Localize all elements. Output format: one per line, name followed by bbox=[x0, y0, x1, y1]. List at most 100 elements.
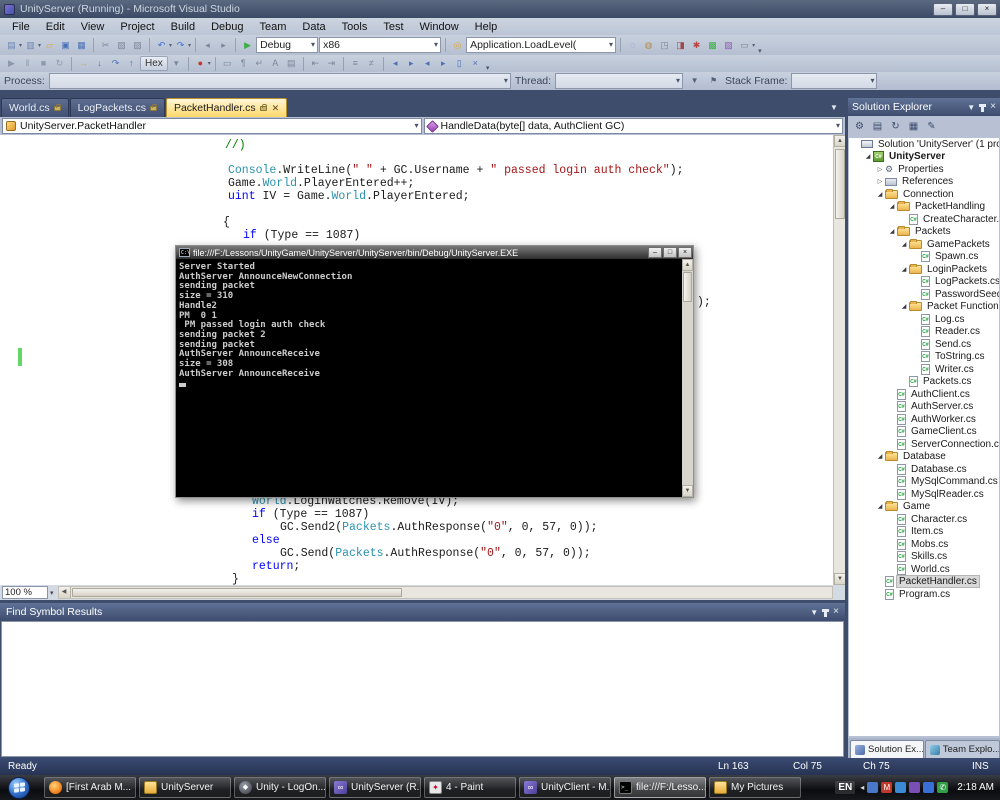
breakpoints-window-icon[interactable]: ◨ bbox=[673, 38, 688, 53]
expander-icon[interactable]: ◢ bbox=[887, 228, 897, 235]
taskbar-button-unityserver[interactable]: UnityServer bbox=[139, 777, 231, 798]
find-in-files-icon[interactable]: ◎ bbox=[450, 38, 465, 53]
display-whitespace-icon[interactable]: ¶ bbox=[236, 56, 251, 71]
tree-item-writer-cs[interactable]: C#Writer.cs bbox=[849, 363, 999, 376]
toolbox-icon-dropdown[interactable]: ▾ bbox=[752, 42, 755, 49]
console-scrollbar[interactable]: ▲ ▼ bbox=[682, 259, 693, 497]
scroll-left-icon[interactable]: ◀ bbox=[59, 587, 71, 598]
undo-icon[interactable]: ↶ bbox=[154, 38, 169, 53]
close-panel-icon[interactable]: × bbox=[833, 607, 839, 617]
previous-bookmark-folder-icon[interactable]: ◂ bbox=[420, 56, 435, 71]
menu-debug[interactable]: Debug bbox=[203, 20, 251, 34]
find-symbol-results-header[interactable]: Find Symbol Results ▼ × bbox=[0, 603, 845, 621]
tab-logpackets-cs[interactable]: LogPackets.cs bbox=[70, 98, 165, 117]
thread-filter-icon[interactable]: ▼ bbox=[687, 74, 702, 89]
next-bookmark-folder-icon[interactable]: ▸ bbox=[436, 56, 451, 71]
tree-item-packethandler-cs[interactable]: C#PacketHandler.cs bbox=[849, 576, 999, 589]
solution-explorer-icon[interactable]: ▩ bbox=[705, 38, 720, 53]
word-wrap-icon[interactable]: ↵ bbox=[252, 56, 267, 71]
tree-item-properties[interactable]: ▷⚙Properties bbox=[849, 163, 999, 176]
new-item-icon-dropdown[interactable]: ▾ bbox=[19, 42, 22, 49]
menu-team[interactable]: Team bbox=[252, 20, 295, 34]
taskbar-button-unity-logon[interactable]: ◆Unity - LogOn.... bbox=[234, 777, 326, 798]
view-class-diagram-icon[interactable]: ▦ bbox=[906, 119, 921, 134]
tree-item-gamepackets[interactable]: ◢GamePackets bbox=[849, 238, 999, 251]
menu-window[interactable]: Window bbox=[412, 20, 467, 34]
add-item-icon[interactable]: ▥ bbox=[23, 38, 38, 53]
network-icon[interactable] bbox=[867, 782, 878, 793]
taskbar-button-unityclient-m[interactable]: ∞UnityClient - M... bbox=[519, 777, 611, 798]
expander-icon[interactable]: ◢ bbox=[899, 266, 909, 273]
tree-item-program-cs[interactable]: C#Program.cs bbox=[849, 588, 999, 601]
tree-item-references[interactable]: ▷References bbox=[849, 176, 999, 189]
clock[interactable]: 2:18 AM bbox=[957, 782, 994, 793]
break-all-icon[interactable]: ‖ bbox=[20, 56, 35, 71]
tree-item-mysqlreader-cs[interactable]: C#MySqlReader.cs bbox=[849, 488, 999, 501]
step-over-icon[interactable]: ↷ bbox=[108, 56, 123, 71]
start-debugging-icon[interactable]: ▶ bbox=[240, 38, 255, 53]
tree-item-passwordseed-cs[interactable]: C#PasswordSeed.cs bbox=[849, 288, 999, 301]
expander-icon[interactable]: ◢ bbox=[875, 503, 885, 510]
solution-explorer-header[interactable]: Solution Explorer ▼ × bbox=[848, 98, 1000, 116]
toolbar-overflow-icon[interactable]: ▾ bbox=[486, 64, 490, 72]
restart-icon[interactable]: ↻ bbox=[52, 56, 67, 71]
menu-data[interactable]: Data bbox=[294, 20, 333, 34]
zoom-dropdown-icon[interactable]: ▾ bbox=[50, 589, 54, 597]
types-dropdown[interactable]: UnityServer.PacketHandler bbox=[2, 118, 422, 134]
menu-edit[interactable]: Edit bbox=[38, 20, 73, 34]
expander-icon[interactable]: ◢ bbox=[899, 303, 909, 310]
taskbar-button-file-f-lesso[interactable]: >_file:///F:/Lesso... bbox=[614, 777, 706, 798]
breakpoint-icon[interactable]: ● bbox=[193, 56, 208, 71]
outlook-icon[interactable] bbox=[923, 782, 934, 793]
undo-icon-dropdown[interactable]: ▾ bbox=[169, 42, 172, 49]
new-item-icon[interactable]: ▤ bbox=[4, 38, 19, 53]
properties-window-icon[interactable]: ▨ bbox=[721, 38, 736, 53]
hex-button[interactable]: Hex bbox=[140, 56, 168, 71]
maximize-button[interactable]: □ bbox=[955, 3, 975, 16]
expander-icon[interactable]: ◢ bbox=[887, 203, 897, 210]
hex-dropdown-icon[interactable]: ▾ bbox=[169, 56, 184, 71]
console-window[interactable]: C:\ file:///F:/Lessons/UnityGame/UnitySe… bbox=[175, 245, 694, 498]
chevron-left-icon[interactable]: ◂ bbox=[860, 783, 864, 792]
scroll-down-icon[interactable]: ▼ bbox=[682, 485, 693, 497]
expander-icon[interactable]: ◢ bbox=[875, 191, 885, 198]
select-box-icon[interactable]: ▭ bbox=[220, 56, 235, 71]
console-minimize-button[interactable]: – bbox=[648, 247, 662, 258]
editor-zoom-combo[interactable]: 100 % bbox=[2, 586, 48, 599]
members-dropdown[interactable]: HandleData(byte[] data, AuthClient GC) bbox=[424, 118, 844, 134]
pin-icon[interactable] bbox=[981, 104, 984, 112]
tree-item-packets[interactable]: ◢Packets bbox=[849, 226, 999, 239]
console-maximize-button[interactable]: □ bbox=[663, 247, 677, 258]
find-combo[interactable]: Application.LoadLevel( bbox=[466, 37, 616, 53]
close-button[interactable]: × bbox=[977, 3, 997, 16]
process-combo[interactable] bbox=[49, 73, 511, 89]
scroll-up-icon[interactable]: ▲ bbox=[682, 259, 693, 271]
previous-bookmark-icon[interactable]: ◂ bbox=[388, 56, 403, 71]
tree-item-item-cs[interactable]: C#Item.cs bbox=[849, 526, 999, 539]
expander-icon[interactable]: ◢ bbox=[863, 153, 873, 160]
tree-item-game[interactable]: ◢Game bbox=[849, 501, 999, 514]
find-symbol-results-body[interactable] bbox=[1, 621, 844, 757]
tree-item-packets-cs[interactable]: C#Packets.cs bbox=[849, 376, 999, 389]
menu-project[interactable]: Project bbox=[112, 20, 162, 34]
expander-icon[interactable]: ▷ bbox=[875, 166, 885, 173]
stop-debugging-icon[interactable]: ■ bbox=[36, 56, 51, 71]
menu-view[interactable]: View bbox=[73, 20, 113, 34]
tree-item-character-cs[interactable]: C#Character.cs bbox=[849, 513, 999, 526]
tab-packethandler-cs[interactable]: PacketHandler.cs✕ bbox=[166, 98, 287, 117]
tree-item-authworker-cs[interactable]: C#AuthWorker.cs bbox=[849, 413, 999, 426]
taskbar-button-first-arab-m[interactable]: [First Arab M... bbox=[44, 777, 136, 798]
taskbar-button-4-paint[interactable]: ✦4 - Paint bbox=[424, 777, 516, 798]
solution-configurations-combo[interactable]: Debug bbox=[256, 37, 318, 53]
tree-item-authclient-cs[interactable]: C#AuthClient.cs bbox=[849, 388, 999, 401]
tree-item-database-cs[interactable]: C#Database.cs bbox=[849, 463, 999, 476]
toolbox-icon[interactable]: ▭ bbox=[737, 38, 752, 53]
solution-platforms-combo[interactable]: x86 bbox=[319, 37, 441, 53]
console-title-bar[interactable]: C:\ file:///F:/Lessons/UnityGame/UnitySe… bbox=[176, 246, 693, 259]
expander-icon[interactable]: ◢ bbox=[899, 241, 909, 248]
title-bar[interactable]: UnityServer (Running) - Microsoft Visual… bbox=[0, 0, 1000, 18]
copy-icon[interactable]: ▧ bbox=[114, 38, 129, 53]
pin-icon[interactable] bbox=[824, 609, 827, 617]
navigate-backward-icon[interactable]: ◂ bbox=[200, 38, 215, 53]
panel-menu-dropdown-icon[interactable]: ▼ bbox=[967, 103, 975, 112]
